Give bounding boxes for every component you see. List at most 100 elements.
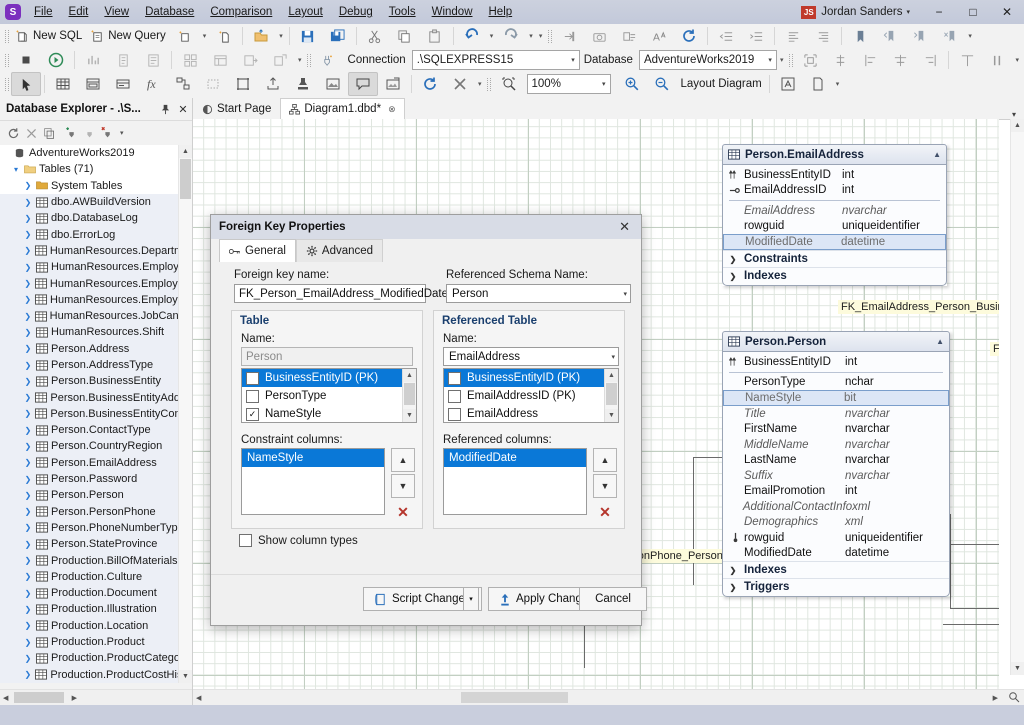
tree-node-table[interactable]: ❯Person.BusinessEntity — [0, 373, 192, 389]
diagram-map-button[interactable] — [773, 72, 803, 96]
toolbar-grip[interactable] — [305, 52, 314, 68]
scroll-down-arrow[interactable]: ▼ — [605, 409, 618, 422]
toolbar-grip[interactable] — [786, 52, 795, 68]
new-query-button[interactable]: New Query — [86, 24, 170, 48]
align-left-button[interactable] — [778, 24, 808, 48]
scroll-left-arrow[interactable]: ◀ — [193, 694, 201, 702]
column-checkbox[interactable] — [448, 372, 461, 385]
align-center-v-button[interactable] — [825, 48, 855, 72]
new-function-tool-button[interactable]: fx — [138, 72, 168, 96]
diagram-vertical-scrollbar[interactable]: ▲ ▼ — [1010, 119, 1024, 675]
close-connection-icon[interactable] — [22, 123, 40, 143]
expander[interactable]: ❯ — [22, 621, 34, 630]
expander[interactable]: ❯ — [22, 393, 34, 402]
expander-icon[interactable]: ❯ — [727, 255, 739, 264]
toolbar-grip[interactable] — [2, 52, 11, 68]
script-changes-dropdown[interactable]: ▾ — [463, 587, 479, 611]
tree-node-root[interactable]: AdventureWorks2019 — [0, 145, 192, 161]
bookmark-next-button[interactable] — [905, 24, 935, 48]
referenced-columns-list[interactable]: BusinessEntityID (PK)EmailAddressID (PK)… — [443, 368, 619, 423]
referenced-move-up-button[interactable]: ▲ — [593, 448, 617, 472]
expander[interactable]: ❯ — [22, 230, 34, 239]
menu-view[interactable]: View — [96, 3, 137, 21]
entity-field[interactable]: BusinessEntityIDint — [723, 167, 946, 183]
copy-button[interactable] — [390, 24, 420, 48]
tree-node-table[interactable]: ❯HumanResources.Employee — [0, 259, 192, 275]
expander[interactable]: ❯ — [22, 670, 34, 679]
redo-button[interactable] — [496, 24, 526, 48]
tree-node-table[interactable]: ❯dbo.ErrorLog — [0, 226, 192, 242]
entity-field[interactable]: PersonTypenchar — [723, 375, 949, 391]
close-button[interactable]: ✕ — [990, 0, 1024, 24]
step-into-button[interactable] — [554, 24, 584, 48]
tree-node-table[interactable]: ❯Production.Culture — [0, 569, 192, 585]
open-dropdown[interactable]: ▾ — [276, 25, 286, 47]
database-tree[interactable]: AdventureWorks2019 ▾ Tables (71) ❯ Syste… — [0, 145, 192, 683]
column-list-item[interactable]: BusinessEntityID (PK) — [242, 369, 403, 387]
column-checkbox[interactable]: ✓ — [246, 408, 259, 421]
save-all-button[interactable] — [323, 24, 353, 48]
expander[interactable]: ❯ — [22, 540, 34, 549]
expander[interactable]: ❯ — [22, 198, 34, 207]
open-folder-button[interactable] — [246, 24, 276, 48]
tree-node-table[interactable]: ❯Production.BillOfMaterials — [0, 552, 192, 568]
tree-node-table[interactable]: ❯Production.ProductCategory — [0, 650, 192, 666]
expander[interactable]: ❯ — [22, 279, 34, 288]
referenced-move-down-button[interactable]: ▼ — [593, 474, 617, 498]
column-list-item[interactable]: BusinessEntityID (PK) — [444, 369, 605, 387]
scroll-up-arrow[interactable]: ▲ — [1011, 119, 1024, 132]
tree-node-table[interactable]: ❯HumanResources.EmployeeD — [0, 275, 192, 291]
script-button[interactable] — [108, 48, 138, 72]
scroll-up-arrow[interactable]: ▲ — [605, 369, 618, 382]
expander[interactable]: ❯ — [22, 491, 34, 500]
tree-node-table[interactable]: ❯Person.AddressType — [0, 357, 192, 373]
print-preview-button[interactable] — [803, 72, 833, 96]
delete-button[interactable] — [445, 72, 475, 96]
entity-group-indexes[interactable]: ❯Indexes — [723, 561, 949, 578]
expander[interactable]: ❯ — [22, 589, 34, 598]
scroll-down-arrow[interactable]: ▼ — [179, 670, 192, 683]
image-tool-button[interactable] — [318, 72, 348, 96]
column-list-item[interactable]: EmailAddress — [444, 405, 605, 423]
referenced-remove-button[interactable]: ✕ — [593, 500, 617, 524]
find-icon-button[interactable] — [494, 72, 524, 96]
expander[interactable]: ❯ — [22, 556, 34, 565]
menu-window[interactable]: Window — [424, 3, 481, 21]
expander-icon[interactable]: ❯ — [727, 566, 739, 575]
tree-node-table[interactable]: ❯Person.PhoneNumberType — [0, 520, 192, 536]
layout-diagram-button[interactable]: Layout Diagram — [677, 72, 766, 96]
entity-collapse-icon[interactable]: ▲ — [936, 337, 944, 346]
menu-edit[interactable]: Edit — [61, 3, 97, 21]
bookmark-button[interactable] — [845, 24, 875, 48]
paste-button[interactable] — [420, 24, 450, 48]
new-object-button[interactable] — [170, 24, 200, 48]
expander[interactable]: ❯ — [22, 344, 34, 353]
column-list-item[interactable]: EmailAddressID (PK) — [444, 387, 605, 405]
new-object-dropdown[interactable]: ▾ — [200, 25, 210, 47]
expander[interactable]: ❯ — [22, 654, 34, 663]
entity-field[interactable]: ModifiedDatedatetime — [723, 546, 949, 562]
pointer-tool-button[interactable] — [11, 72, 41, 96]
referenced-table-name-combo[interactable]: EmailAddress ▾ — [443, 347, 619, 366]
referenced-columns-listbox[interactable]: ModifiedDate — [443, 448, 587, 515]
tab-start-page[interactable]: Start Page — [193, 98, 280, 119]
menu-debug[interactable]: Debug — [331, 3, 381, 21]
refresh-diagram-button[interactable] — [415, 72, 445, 96]
entity-field[interactable]: MiddleNamenvarchar — [723, 437, 949, 453]
align-top-button[interactable] — [952, 48, 982, 72]
tree-node-table[interactable]: ❯HumanResources.Shift — [0, 324, 192, 340]
entity-group-triggers[interactable]: ❯Triggers — [723, 578, 949, 595]
distribute-button[interactable] — [885, 48, 915, 72]
tree-node-table[interactable]: ❯Production.ProductCostHistor — [0, 667, 192, 683]
expander[interactable]: ❯ — [22, 442, 34, 451]
tree-node-table[interactable]: ❯Person.StateProvince — [0, 536, 192, 552]
entity-field[interactable]: ModifiedDatedatetime — [723, 234, 946, 250]
referenced-columns-scrollbar[interactable]: ▲ ▼ — [604, 369, 618, 422]
expander[interactable]: ❯ — [22, 458, 34, 467]
minimize-button[interactable]: − — [922, 0, 956, 24]
table-columns-scrollbar[interactable]: ▲ ▼ — [402, 369, 416, 422]
new-view-tool-button[interactable] — [78, 72, 108, 96]
entity-group-constraints[interactable]: ❯Constraints — [723, 250, 946, 267]
entity-collapse-icon[interactable]: ▲ — [933, 150, 941, 159]
expander[interactable]: ❯ — [22, 572, 34, 581]
